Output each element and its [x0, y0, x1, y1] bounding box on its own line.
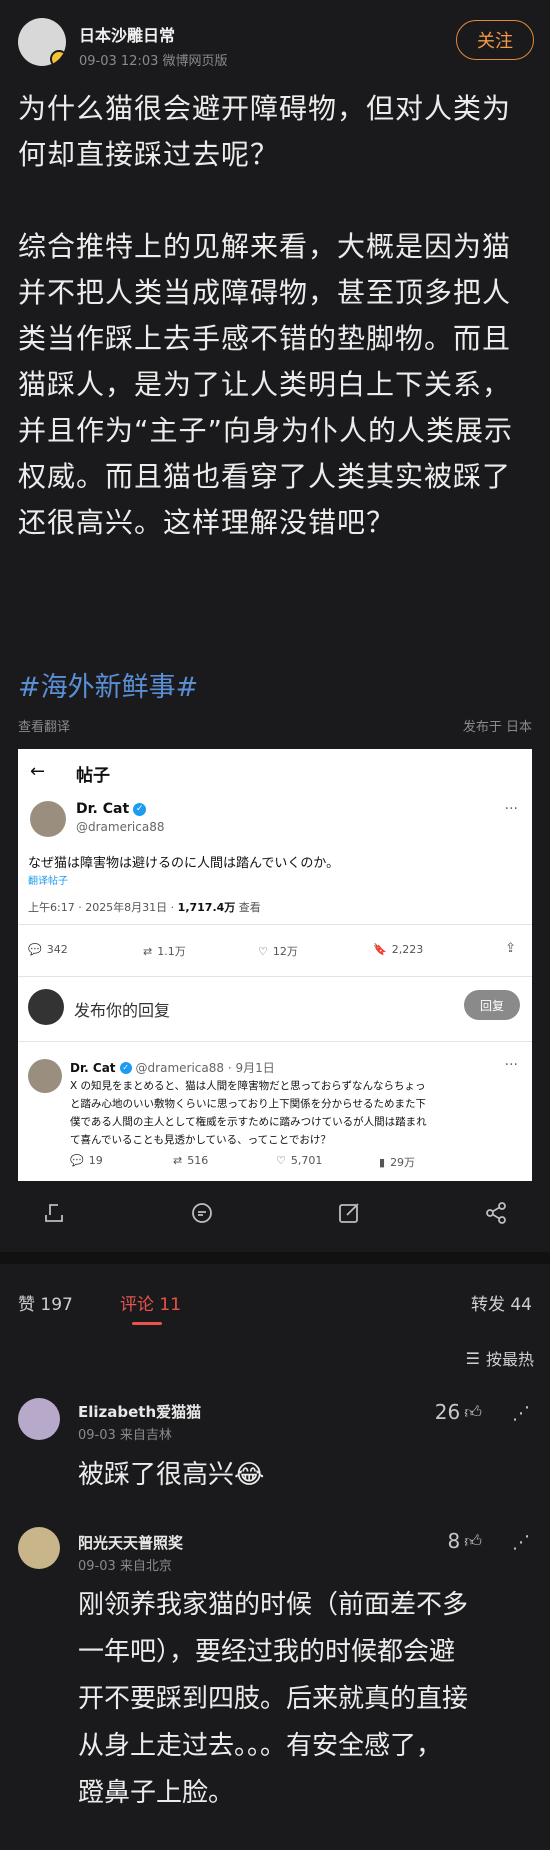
- bookmark-count[interactable]: 🔖 2,223: [373, 943, 423, 956]
- reply-author: Dr. Cat ✓ @dramerica88 · 9月1日: [70, 1060, 275, 1076]
- section-divider: [0, 1252, 550, 1264]
- reply-button[interactable]: 回复: [464, 990, 520, 1020]
- reply-avatar: [28, 1059, 62, 1093]
- verified-icon: ✓: [119, 1061, 132, 1074]
- repost-icon[interactable]: [42, 1201, 66, 1225]
- heart-icon: ♡: [258, 944, 268, 958]
- comment-share-icon[interactable]: ⋰: [512, 1403, 530, 1424]
- sort-icon: ☰: [465, 1348, 480, 1368]
- comment-text: 被踩了很高兴😂: [78, 1460, 265, 1490]
- published-location: 发布于 日本: [462, 720, 532, 735]
- reply-text-line: X の知見をまとめると、猫は人間を障害物だと思っておらずなんならちょっ: [70, 1080, 426, 1092]
- reply-text-line: て喜んでいることも見透かしている、ってことでおけ？: [70, 1134, 331, 1146]
- comment-text-line: 刚领养我家猫的时候（前面差不多: [78, 1590, 469, 1620]
- post-text-line: 权威。而且猫也看穿了人类其实被踩了: [18, 460, 512, 493]
- comment-text-line: 开不要踩到四肢。后来就真的直接: [78, 1684, 469, 1714]
- author-name[interactable]: 日本沙雕日常: [79, 22, 175, 46]
- reply-reply-count[interactable]: 💬 19: [70, 1154, 103, 1167]
- divider-line: [18, 1041, 532, 1042]
- tab-indicator: [132, 1322, 162, 1325]
- translate-post-link[interactable]: 翻译帖子: [28, 872, 68, 887]
- thumbs-up-icon: 👍︎: [464, 1402, 482, 1423]
- comment-text-line: 一年吧），要经过我的时候都会避: [78, 1637, 456, 1667]
- share-icon[interactable]: ⇪: [505, 941, 516, 956]
- comment-author[interactable]: Elizabeth爱猫猫: [78, 1401, 201, 1422]
- comment-text: 刚领养我家猫的时候（前面差不多 一年吧），要经过我的时候都会避 开不要踩到四肢。后来…: [78, 1582, 538, 1817]
- comment-meta: 09-03 来自吉林: [78, 1428, 172, 1443]
- tweet-text: なぜ猫は障害物は避けるのに人間は踏んでいくのか。: [28, 856, 340, 871]
- verified-icon: ✓: [133, 802, 147, 816]
- divider-line: [18, 924, 532, 925]
- view-translation-link[interactable]: 查看翻译: [18, 716, 70, 735]
- tab-reposts[interactable]: 转发 44: [471, 1290, 532, 1315]
- more-icon[interactable]: ···: [505, 801, 518, 817]
- retweet-icon: ⇄: [173, 1154, 183, 1167]
- post-text-line: 类当作踩上去手感不错的垫脚物。而且: [18, 322, 512, 355]
- comment-icon[interactable]: [190, 1201, 214, 1225]
- reply-count[interactable]: 💬 342: [28, 943, 68, 956]
- retweet-count[interactable]: ⇄ 1.1万: [143, 943, 186, 959]
- comment-avatar[interactable]: [18, 1527, 60, 1569]
- post-text-line: 并且作为“主子”向身为仆人的人类展示: [18, 414, 514, 447]
- edit-share-icon[interactable]: [337, 1201, 361, 1225]
- comment-author[interactable]: 阳光天天普照奖: [78, 1532, 183, 1553]
- comment-avatar[interactable]: [18, 1398, 60, 1440]
- reply-like-count[interactable]: ♡ 5,701: [276, 1154, 322, 1167]
- more-icon[interactable]: ···: [505, 1057, 518, 1073]
- embed-header-title: 帖子: [76, 766, 110, 786]
- divider-line: [18, 976, 532, 977]
- retweet-icon: ⇄: [143, 944, 153, 958]
- tweet-author-name: Dr. Cat ✓: [76, 801, 147, 817]
- sort-button[interactable]: ☰ 按最热: [466, 1346, 534, 1370]
- reply-text: X の知見をまとめると、猫は人間を障害物だと思っておらずなんならちょっ と踏み心地…: [70, 1077, 522, 1149]
- back-arrow-icon[interactable]: ←: [30, 761, 45, 782]
- reply-icon: 💬: [70, 1154, 84, 1167]
- tweet-avatar: [30, 801, 66, 837]
- thumbs-up-icon: 👍︎: [464, 1531, 482, 1552]
- tweet-time: 上午6:17 · 2025年8月31日 · 1,717.4万 查看: [28, 901, 261, 914]
- post-meta: 09-03 12:03 微博网页版: [79, 54, 228, 69]
- reply-retweet-count[interactable]: ⇄ 516: [173, 1154, 208, 1167]
- topic-hashtag[interactable]: #海外新鲜事#: [18, 665, 198, 704]
- reply-text-line: と踏み心地のいい敷物くらいに思っており上下関係を分からせるためまた下: [70, 1098, 426, 1110]
- post-text-line: 为什么猫很会避开障碍物，但对人类为: [18, 92, 512, 125]
- post-text-line: 何却直接踩过去呢？: [18, 138, 280, 171]
- tab-comments[interactable]: 评论 11: [120, 1290, 181, 1315]
- tweet-handle: @dramerica88: [76, 820, 165, 834]
- share-icon[interactable]: [484, 1201, 508, 1225]
- comment-like-button[interactable]: 26 👍︎: [435, 1400, 482, 1424]
- comment-like-button[interactable]: 8 👍︎: [448, 1529, 483, 1553]
- comment-meta: 09-03 来自北京: [78, 1559, 172, 1574]
- embedded-screenshot[interactable]: ← 帖子 Dr. Cat ✓ @dramerica88 ··· なぜ猫は障害物は…: [18, 749, 532, 1181]
- reply-icon: 💬: [28, 943, 42, 956]
- comment-text-line: 从身上走过去。。。有安全感了，: [78, 1731, 443, 1761]
- heart-icon: ♡: [276, 1154, 286, 1167]
- author-avatar[interactable]: [18, 18, 66, 66]
- reply-input[interactable]: 发布你的回复: [74, 997, 170, 1021]
- comment-share-icon[interactable]: ⋰: [512, 1532, 530, 1553]
- post-body: 为什么猫很会避开障碍物，但对人类为 何却直接踩过去呢？ 综合推特上的见解来看，大概…: [18, 86, 538, 546]
- tab-likes[interactable]: 赞 197: [18, 1290, 73, 1315]
- my-avatar: [28, 989, 64, 1025]
- post-text-line: 综合推特上的见解来看，大概是因为猫: [18, 230, 512, 263]
- like-count[interactable]: ♡ 12万: [258, 943, 298, 959]
- post-text-line: 还很高兴。这样理解没错吧？: [18, 506, 396, 539]
- views-icon: ▮: [379, 1155, 386, 1169]
- comment-text-line: 蹬鼻子上脸。: [78, 1778, 235, 1808]
- follow-button[interactable]: 关注: [456, 20, 534, 60]
- reply-view-count[interactable]: ▮ 29万: [379, 1154, 415, 1170]
- post-text-line: 猫踩人，是为了让人类明白上下关系，: [18, 368, 512, 401]
- bookmark-icon: 🔖: [373, 943, 387, 956]
- post-text-line: [18, 178, 538, 224]
- reply-text-line: 僕である人間の主人として権威を示すために踏みつけているが人間は踏まれ: [70, 1116, 427, 1128]
- post-text-line: 并不把人类当成障碍物，甚至顶多把人: [18, 276, 512, 309]
